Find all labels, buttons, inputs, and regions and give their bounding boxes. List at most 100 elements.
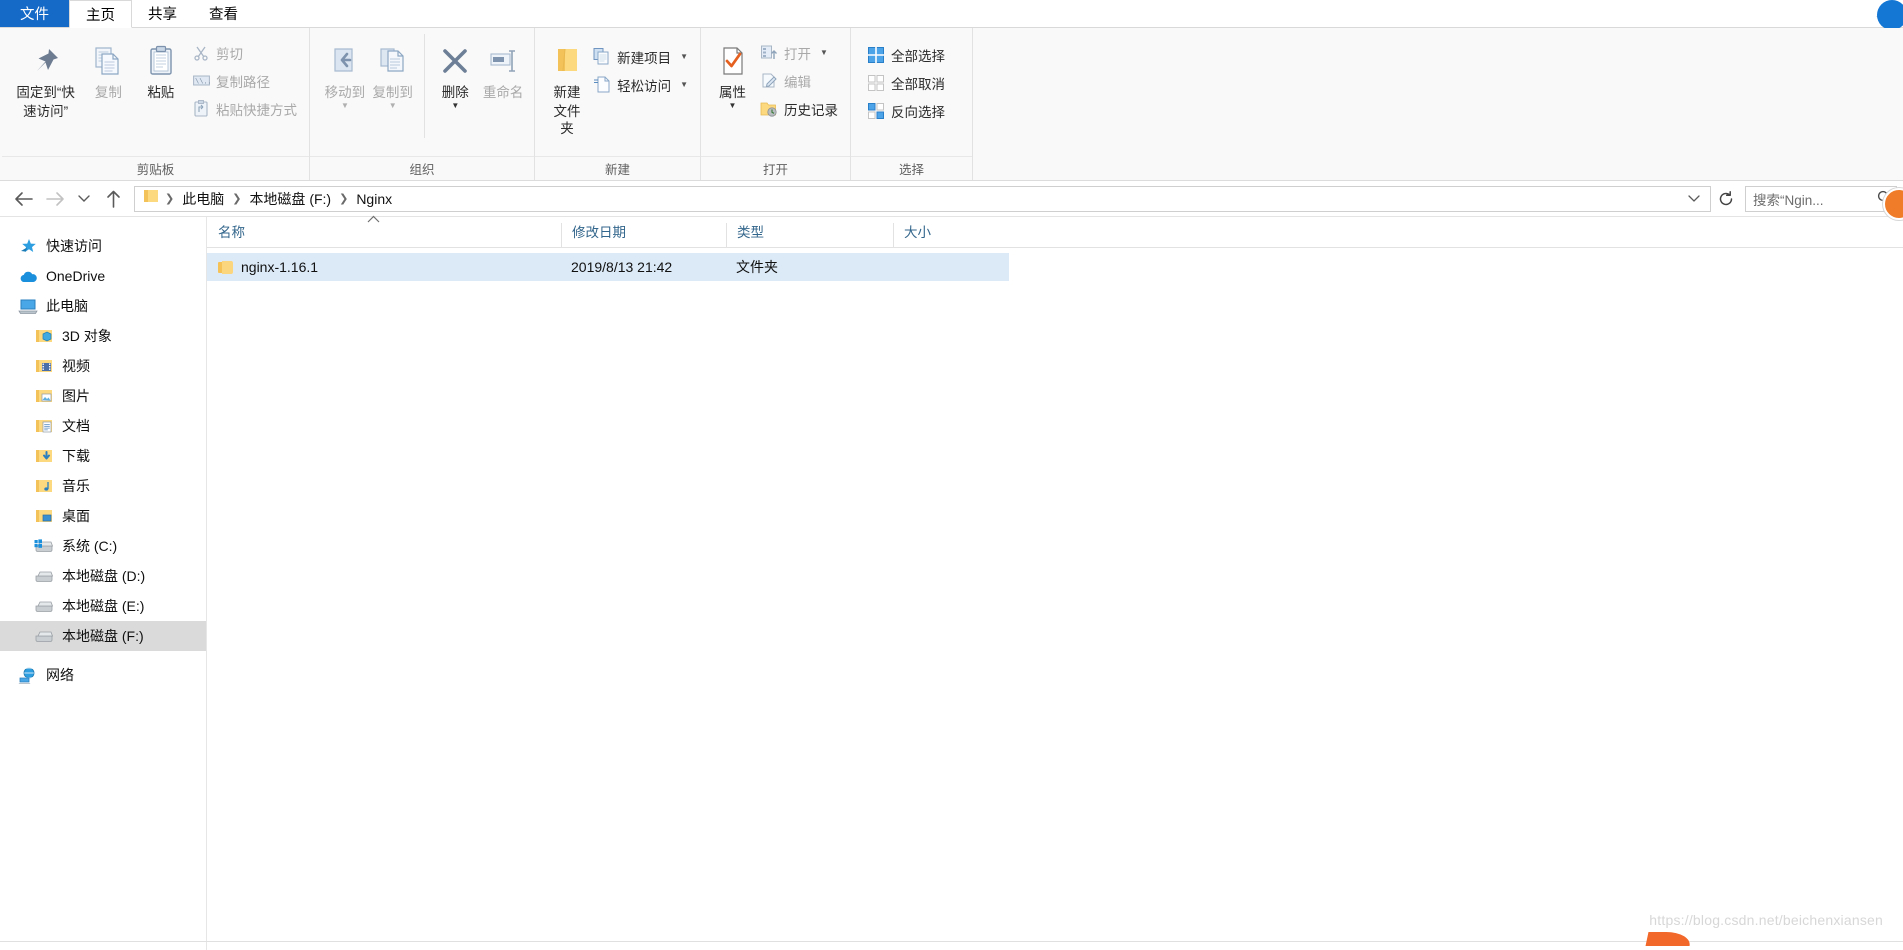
search-input[interactable]: 搜索“Ngin... bbox=[1753, 189, 1877, 209]
new-item-caret-icon[interactable]: ▼ bbox=[680, 52, 688, 61]
table-row[interactable]: nginx-1.16.1 2019/8/13 21:42 文件夹 bbox=[207, 253, 1009, 281]
move-to-button[interactable]: 移动到 ▼ bbox=[322, 34, 368, 110]
copy-button[interactable]: 复制 bbox=[83, 34, 133, 101]
new-item-button[interactable]: 新建项目 ▼ bbox=[589, 44, 692, 69]
column-header-row: 名称 修改日期 类型 大小 bbox=[207, 215, 1903, 248]
paste-label: 粘贴 bbox=[147, 85, 175, 100]
invert-selection-button[interactable]: 反向选择 bbox=[863, 98, 949, 123]
properties-button[interactable]: 属性 ▼ bbox=[711, 34, 754, 110]
forward-button[interactable] bbox=[40, 184, 70, 214]
move-to-caret-icon[interactable]: ▼ bbox=[341, 102, 349, 110]
breadcrumb-separator[interactable]: ❯ bbox=[163, 192, 176, 205]
paste-shortcut-button[interactable]: 粘贴快捷方式 bbox=[188, 96, 301, 121]
breadcrumb-item-2[interactable]: Nginx bbox=[352, 190, 396, 208]
open-label: 打开 bbox=[784, 46, 811, 62]
sidebar-label: 网络 bbox=[46, 667, 74, 683]
ribbon-filler bbox=[973, 28, 1903, 180]
copy-to-caret-icon[interactable]: ▼ bbox=[389, 102, 397, 110]
rename-label: 重命名 bbox=[482, 85, 524, 100]
sidebar-item-onedrive[interactable]: OneDrive bbox=[0, 261, 206, 291]
easy-access-caret-icon[interactable]: ▼ bbox=[680, 80, 688, 89]
sidebar-item-this-pc[interactable]: 此电脑 bbox=[0, 291, 206, 321]
ribbon-group-label-select: 选择 bbox=[851, 156, 972, 180]
sidebar-label: 3D 对象 bbox=[62, 328, 112, 344]
select-all-button[interactable]: 全部选择 bbox=[863, 42, 949, 67]
back-button[interactable] bbox=[8, 184, 38, 214]
copy-to-button[interactable]: 复制到 ▼ bbox=[370, 34, 416, 110]
ribbon-group-new: 新建 文件夹 新建项目 ▼ 轻松访问 ▼ 新建 bbox=[535, 28, 701, 180]
recent-locations-button[interactable] bbox=[72, 184, 96, 214]
sidebar-item-drive-c[interactable]: 系统 (C:) bbox=[0, 531, 206, 561]
properties-caret-icon[interactable]: ▼ bbox=[729, 102, 737, 110]
ribbon-group-organize: 移动到 ▼ 复制到 ▼ 删除 ▼ 重命名 组织 bbox=[310, 28, 535, 180]
sidebar-item-drive-d[interactable]: 本地磁盘 (D:) bbox=[0, 561, 206, 591]
sidebar-item-downloads[interactable]: 下载 bbox=[0, 441, 206, 471]
sidebar-label: 本地磁盘 (E:) bbox=[62, 598, 145, 614]
navigation-pane[interactable]: 快速访问 OneDrive 此电脑 3D 对象 视频 图片 文档 下载 音乐 桌… bbox=[0, 217, 207, 950]
delete-button[interactable]: 删除 ▼ bbox=[432, 34, 478, 110]
edit-button[interactable]: 编辑 bbox=[756, 68, 842, 93]
folder-video-icon bbox=[34, 356, 54, 376]
tab-file[interactable]: 文件 bbox=[0, 0, 69, 27]
sidebar-label: 图片 bbox=[62, 388, 90, 404]
folder-pictures-icon bbox=[34, 386, 54, 406]
sidebar-item-drive-e[interactable]: 本地磁盘 (E:) bbox=[0, 591, 206, 621]
delete-caret-icon[interactable]: ▼ bbox=[451, 102, 459, 110]
breadcrumb-bar[interactable]: ❯ 此电脑 ❯ 本地磁盘 (F:) ❯ Nginx bbox=[134, 185, 1711, 212]
select-none-button[interactable]: 全部取消 bbox=[863, 70, 949, 95]
up-button[interactable] bbox=[98, 184, 128, 214]
sidebar-item-videos[interactable]: 视频 bbox=[0, 351, 206, 381]
column-header-type[interactable]: 类型 bbox=[726, 223, 893, 247]
address-dropdown-icon[interactable] bbox=[1682, 192, 1706, 206]
ribbon-group-select: 全部选择 全部取消 反向选择 选择 bbox=[851, 28, 973, 180]
sidebar-label: 快速访问 bbox=[46, 238, 102, 254]
new-folder-button[interactable]: 新建 文件夹 bbox=[547, 34, 587, 137]
cut-button[interactable]: 剪切 bbox=[188, 40, 301, 65]
ribbon-group-label-open: 打开 bbox=[701, 156, 850, 180]
breadcrumb-item-1[interactable]: 本地磁盘 (F:) bbox=[245, 188, 335, 210]
search-box[interactable]: 搜索“Ngin... bbox=[1745, 185, 1897, 212]
tab-home[interactable]: 主页 bbox=[69, 0, 132, 28]
paste-button[interactable]: 粘贴 bbox=[136, 34, 186, 101]
copy-to-label: 复制到 bbox=[372, 85, 413, 100]
folder-documents-icon bbox=[34, 416, 54, 436]
invert-selection-icon bbox=[867, 102, 885, 120]
sidebar-label: 音乐 bbox=[62, 478, 90, 494]
breadcrumb-separator[interactable]: ❯ bbox=[230, 192, 243, 205]
sidebar-item-desktop[interactable]: 桌面 bbox=[0, 501, 206, 531]
pin-label-line1: 固定到“快 bbox=[16, 85, 75, 100]
delete-label: 删除 bbox=[441, 85, 469, 100]
copy-path-button[interactable]: \\... 复制路径 bbox=[188, 68, 301, 93]
ribbon-group-label-organize: 组织 bbox=[310, 156, 534, 180]
clipboard-small-commands: 剪切 \\... 复制路径 bbox=[188, 34, 301, 121]
refresh-button[interactable] bbox=[1713, 186, 1739, 212]
column-header-name[interactable]: 名称 bbox=[207, 215, 561, 247]
sidebar-label: 此电脑 bbox=[46, 298, 88, 314]
sidebar-item-music[interactable]: 音乐 bbox=[0, 471, 206, 501]
computer-icon bbox=[18, 296, 38, 316]
tab-view[interactable]: 查看 bbox=[193, 0, 254, 27]
cursor-highlight-blue bbox=[1877, 0, 1903, 30]
column-header-date[interactable]: 修改日期 bbox=[561, 223, 726, 247]
sidebar-item-drive-f[interactable]: 本地磁盘 (F:) bbox=[0, 621, 206, 651]
history-button[interactable]: 历史记录 bbox=[756, 96, 842, 121]
drive-windows-icon bbox=[34, 536, 54, 556]
organize-divider bbox=[423, 34, 425, 138]
sidebar-item-3d-objects[interactable]: 3D 对象 bbox=[0, 321, 206, 351]
breadcrumb-separator[interactable]: ❯ bbox=[337, 192, 350, 205]
open-caret-icon[interactable]: ▼ bbox=[820, 48, 828, 57]
ribbon: 固定到“快 速访问” 复制 粘贴 剪切 \\. 复制路径 粘贴快捷方式 剪贴板 … bbox=[0, 28, 1903, 220]
rename-button[interactable]: 重命名 bbox=[480, 34, 526, 101]
tab-share[interactable]: 共享 bbox=[132, 0, 193, 27]
sidebar-item-quick-access[interactable]: 快速访问 bbox=[0, 231, 206, 261]
pin-to-quick-access-button[interactable]: 固定到“快 速访问” bbox=[10, 34, 81, 120]
copy-to-icon bbox=[376, 40, 410, 82]
sidebar-item-network[interactable]: 网络 bbox=[0, 660, 206, 690]
column-header-size[interactable]: 大小 bbox=[893, 223, 1006, 247]
breadcrumb-item-0[interactable]: 此电脑 bbox=[178, 188, 228, 210]
easy-access-button[interactable]: 轻松访问 ▼ bbox=[589, 72, 692, 97]
easy-access-icon bbox=[593, 76, 611, 94]
sidebar-item-documents[interactable]: 文档 bbox=[0, 411, 206, 441]
open-button[interactable]: 打开 ▼ bbox=[756, 40, 842, 65]
sidebar-item-pictures[interactable]: 图片 bbox=[0, 381, 206, 411]
